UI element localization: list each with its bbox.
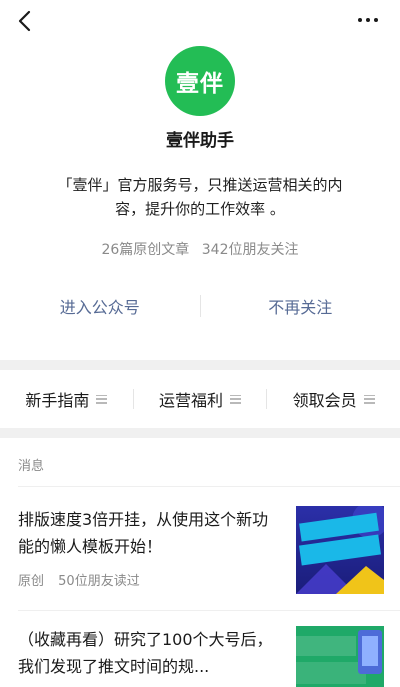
article-thumbnail (296, 506, 384, 594)
menu-item-label: 运营福利 (159, 391, 224, 410)
messages-label: 消息 (18, 459, 45, 474)
section-separator (0, 360, 400, 370)
divider (18, 486, 400, 487)
menu-lines-icon (230, 394, 242, 404)
read-count: 50位朋友读过 (58, 574, 140, 589)
article-count: 26篇原创文章 (101, 242, 190, 258)
chevron-left-icon (18, 10, 31, 32)
enter-account-link[interactable]: 进入公众号 (0, 294, 200, 318)
more-button[interactable] (358, 12, 382, 28)
menu-lines-icon (363, 394, 375, 404)
article-item[interactable]: （收藏再看）研究了100个大号后，我们发现了推文时间的规... (18, 626, 384, 687)
back-button[interactable] (14, 8, 36, 34)
menu-item-benefits[interactable]: 运营福利 (134, 387, 267, 411)
account-profile: 壹伴 壹伴助手 「壹伴」官方服务号，只推送运营相关的内容，提升你的工作效率 。 … (0, 46, 400, 259)
original-tag: 原创 (18, 574, 45, 589)
unfollow-link[interactable]: 不再关注 (201, 294, 400, 318)
menu-lines-icon (96, 394, 108, 404)
menu-item-label: 新手指南 (25, 391, 90, 410)
article-title: （收藏再看）研究了100个大号后，我们发现了推文时间的规... (18, 630, 273, 676)
more-dots-icon (374, 18, 378, 22)
menu-item-guide[interactable]: 新手指南 (0, 387, 133, 411)
divider (18, 610, 400, 611)
article-thumbnail (296, 626, 384, 687)
more-dots-icon (366, 18, 370, 22)
section-separator (0, 428, 400, 438)
article-meta: 原创 50位朋友读过 (18, 570, 140, 589)
account-description: 「壹伴」官方服务号，只推送运营相关的内容，提升你的工作效率 。 (57, 176, 343, 218)
article-item[interactable]: 排版速度3倍开挂，从使用这个新功能的懒人模板开始！ 原创 50位朋友读过 (18, 506, 384, 594)
article-title: 排版速度3倍开挂，从使用这个新功能的懒人模板开始！ (18, 510, 269, 556)
menu-item-label: 领取会员 (292, 391, 357, 410)
account-stats: 26篇原创文章 342位朋友关注 (0, 239, 400, 259)
more-dots-icon (358, 18, 362, 22)
account-menu: 新手指南 运营福利 领取会员 (0, 370, 400, 428)
avatar[interactable]: 壹伴 (165, 46, 235, 116)
follower-count: 342位朋友关注 (201, 242, 299, 258)
account-actions: 进入公众号 不再关注 (0, 290, 400, 322)
menu-item-membership[interactable]: 领取会员 (267, 387, 400, 411)
account-name: 壹伴助手 (166, 131, 234, 151)
top-bar (0, 0, 400, 44)
